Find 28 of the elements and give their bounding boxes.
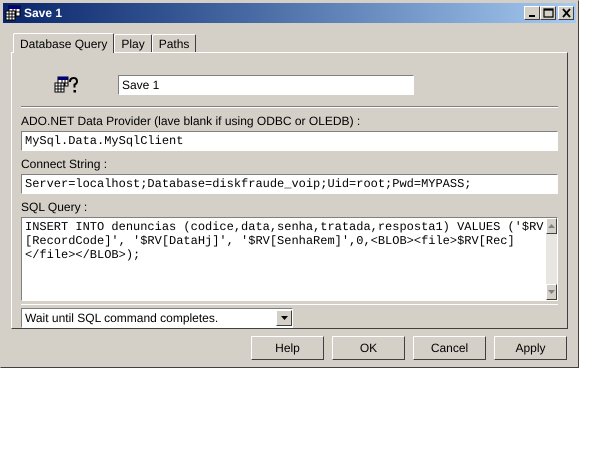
- dialog-button[interactable]: OK: [332, 336, 405, 360]
- up-arrow-icon: [548, 224, 556, 228]
- window-icon: [5, 5, 21, 21]
- window-title: Save 1: [24, 5, 62, 22]
- table-question-icon: [54, 76, 78, 94]
- dialog-button[interactable]: Help: [251, 336, 324, 360]
- field-label: SQL Query :: [21, 200, 88, 214]
- field-label: ADO.NET Data Provider (lave blank if using ODBC or OLEDB) :: [21, 114, 362, 128]
- dialog-button[interactable]: Apply: [494, 336, 567, 360]
- name-field[interactable]: Save 1: [118, 75, 414, 95]
- close-button[interactable]: [558, 6, 574, 20]
- close-icon: [560, 7, 572, 19]
- down-arrow-icon: [548, 290, 556, 294]
- minimize-button[interactable]: [524, 6, 540, 20]
- input-field[interactable]: MySql.Data.MySqlClient: [21, 131, 558, 151]
- tab[interactable]: Database Query: [13, 33, 114, 53]
- input-field[interactable]: Server=localhost;Database=diskfraude_voip;Uid=root;Pwd=MYPASS;: [21, 174, 558, 194]
- maximize-button[interactable]: [540, 6, 556, 20]
- query-text-area[interactable]: INSERT INTO denuncias (codice,data,senha,tratada,resposta1) VALUES ('$RV [RecordCode]', '$RV[DataHj]', '$RV[SenhaRem]',0,<BLOB><file>$RV[Rec] </file></BLOB>);: [21, 217, 558, 301]
- tab[interactable]: Play: [114, 34, 152, 52]
- minimize-icon: [529, 15, 535, 17]
- dialog-button[interactable]: Cancel: [413, 336, 486, 360]
- caret-icon: [280, 316, 288, 320]
- wait-mode-dropdown[interactable]: Wait until SQL command completes.: [21, 308, 293, 328]
- maximize-icon: [542, 7, 554, 19]
- scrollbar[interactable]: [546, 218, 557, 300]
- tab[interactable]: Paths: [152, 34, 196, 52]
- field-label: Connect String :: [21, 157, 108, 171]
